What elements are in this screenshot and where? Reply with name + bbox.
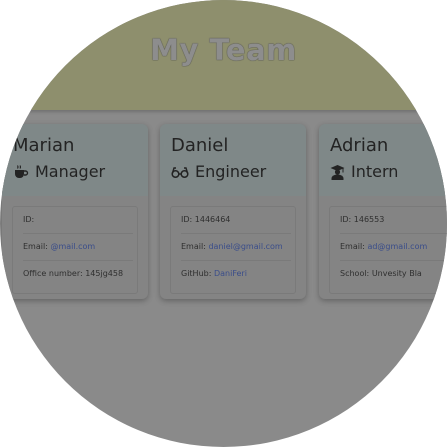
office-value: 145jg458 [85,269,124,278]
id-label: ID: [23,215,35,224]
detail-row-email: Email: @mail.com [23,234,133,261]
detail-row-id: ID: [23,207,133,234]
detail-row-email: Email: ad@gmail.com [340,234,447,261]
role-label: Manager [35,162,106,181]
role-label: Engineer [195,162,267,181]
employee-name: Marian [13,135,75,156]
id-label: ID: [340,215,352,224]
id-value: 146553 [353,215,385,224]
employee-role: Manager [13,162,105,181]
email-link[interactable]: ad@gmail.com [367,242,427,251]
card-header: Adrian Intern [319,124,447,196]
school-value: Unvesity Bla [371,269,422,278]
employee-card-manager: Marian Manager ID: Email: @mail.com Offi… [2,124,148,299]
office-label: Office number: [23,269,83,278]
card-details: ID: Email: @mail.com Office number: 145j… [12,206,138,294]
email-label: Email: [23,242,48,251]
employee-name: Adrian [330,135,389,156]
glasses-icon [171,166,189,178]
employee-name: Daniel [171,135,229,156]
detail-row-email: Email: daniel@gmail.com [181,234,291,261]
detail-row-github: GitHub: DaniFeri [181,261,291,287]
detail-row-school: School: Unvesity Bla [340,261,447,287]
school-label: School: [340,269,370,278]
detail-row-id: ID: 1446464 [181,207,291,234]
id-label: ID: [181,215,193,224]
card-details: ID: 146553 Email: ad@gmail.com School: U… [329,206,447,294]
card-header: Marian Manager [2,124,148,196]
detail-row-id: ID: 146553 [340,207,447,234]
page-title: My Team [150,33,297,67]
email-link[interactable]: @mail.com [50,242,95,251]
github-label: GitHub: [181,269,212,278]
employee-card-intern: Adrian Intern ID: 146553 Email: ad@gmail… [319,124,447,299]
graduate-icon [330,164,345,180]
viewport: My Team Marian Manager ID: Email: @mail.… [0,0,447,447]
email-link[interactable]: daniel@gmail.com [208,242,282,251]
email-label: Email: [340,242,365,251]
coffee-cup-icon [15,164,29,178]
role-label: Intern [351,162,399,181]
employee-role: Engineer [171,162,266,181]
page-header: My Team [0,0,447,110]
id-value: 1446464 [194,215,231,224]
email-label: Email: [181,242,206,251]
employee-role: Intern [330,162,398,181]
employee-card-engineer: Daniel Engineer ID: 1446464 Email: danie… [160,124,306,299]
detail-row-office: Office number: 145jg458 [23,261,133,287]
card-details: ID: 1446464 Email: daniel@gmail.com GitH… [170,206,296,294]
card-header: Daniel Engineer [160,124,306,196]
github-link[interactable]: DaniFeri [214,269,247,278]
